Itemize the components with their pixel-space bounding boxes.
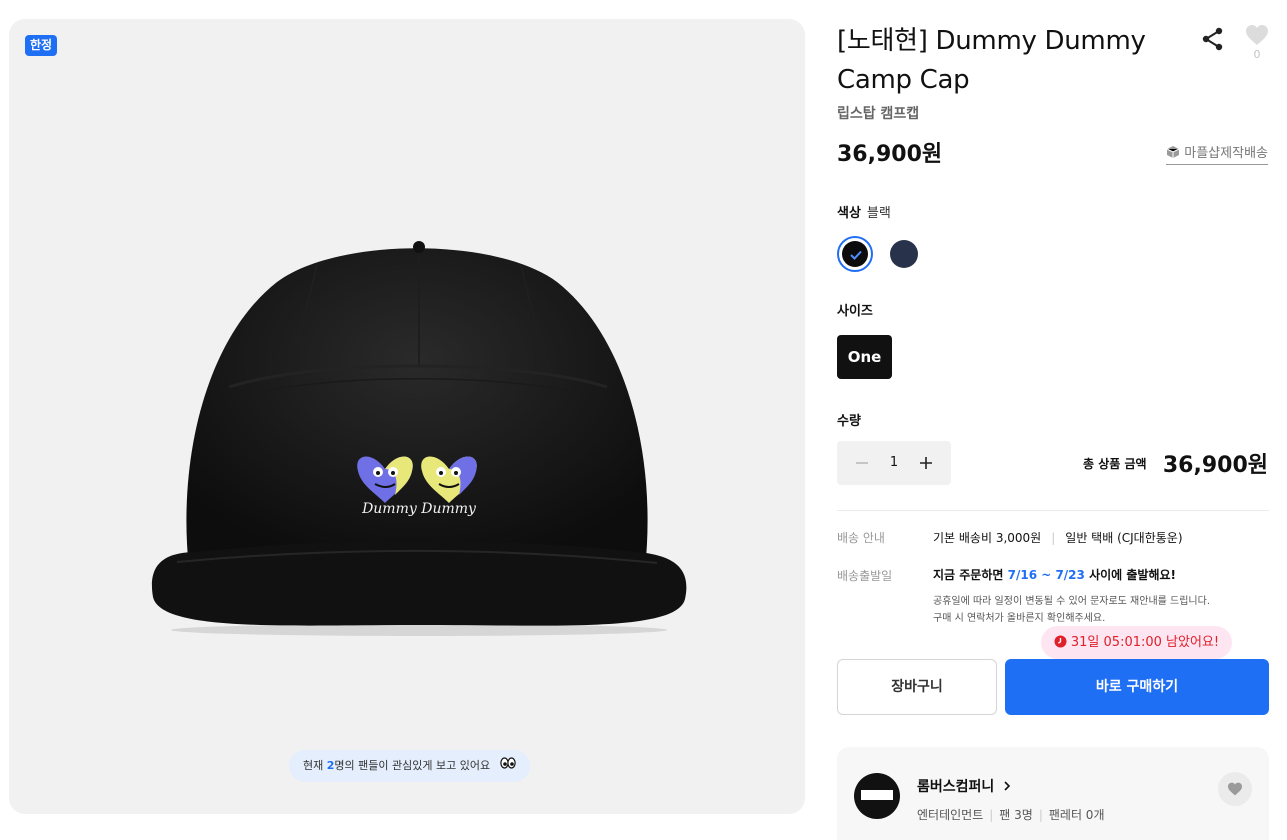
- cap-illustration: Dummy Dummy: [151, 241, 687, 636]
- shipping-link-label: 마플샵제작배송: [1184, 146, 1268, 161]
- ship-date-prefix: 지금 주문하면: [933, 568, 1008, 582]
- color-swatch-navy[interactable]: [890, 240, 918, 268]
- size-option-one[interactable]: One: [837, 335, 892, 379]
- viewer-suffix: 명의 팬들이 관심있게 보고 있어요: [334, 759, 491, 772]
- quantity-value: 1: [889, 455, 899, 470]
- buy-now-button[interactable]: 바로 구매하기: [1005, 659, 1269, 715]
- delivery-info-value: 기본 배송비 3,000원 | 일반 택배 (CJ대한통운): [933, 529, 1183, 546]
- minus-icon: [856, 462, 868, 464]
- color-option-label: 색상 블랙: [837, 202, 891, 221]
- shop-card: 롬버스컴퍼니 엔터테인먼트 | 팬 3명 | 팬레터 0개: [837, 747, 1269, 840]
- shop-logo[interactable]: [854, 773, 900, 819]
- shop-meta: 엔터테인먼트 | 팬 3명 | 팬레터 0개: [917, 806, 1105, 823]
- shop-category: 엔터테인먼트: [917, 808, 984, 822]
- countdown-text: 31일 05:01:00 남았어요!: [1070, 635, 1220, 650]
- product-price: 36,900원: [837, 142, 943, 167]
- quantity-stepper: 1: [837, 441, 951, 485]
- quantity-increase-button[interactable]: [915, 452, 937, 474]
- chevron-right-icon: [1004, 781, 1011, 791]
- meta-separator: |: [989, 808, 994, 822]
- quantity-decrease-button[interactable]: [851, 452, 873, 474]
- viewer-count-pill: 현재 2명의 팬들이 관심있게 보고 있어요: [289, 750, 530, 782]
- shop-fans: 팬 3명: [999, 808, 1033, 822]
- quantity-label: 수량: [837, 414, 861, 429]
- meta-separator: |: [1038, 808, 1043, 822]
- shop-letters: 팬레터 0개: [1048, 808, 1105, 822]
- ship-date-range: 7/16 ~ 7/23: [1007, 568, 1085, 582]
- color-label: 색상: [837, 206, 861, 221]
- plus-icon: [920, 457, 932, 469]
- eyes-icon: [499, 750, 516, 782]
- section-divider: [837, 510, 1269, 511]
- product-title: [노태현] Dummy Dummy Camp Cap: [837, 26, 1146, 95]
- viewer-prefix: 현재: [303, 759, 327, 772]
- delivery-fee: 기본 배송비 3,000원: [933, 531, 1042, 545]
- delivery-courier: 일반 택배 (CJ대한통운): [1065, 531, 1183, 545]
- clock-icon: [1054, 628, 1067, 661]
- product-subtitle: 립스탑 캠프캡: [837, 106, 920, 122]
- share-icon: [1202, 27, 1223, 51]
- delivery-info-key: 배송 안내: [837, 531, 885, 545]
- limited-badge: 한정: [25, 35, 58, 56]
- shipping-info-link[interactable]: 마플샵제작배송: [1166, 142, 1268, 165]
- size-label: 사이즈: [837, 304, 873, 319]
- heart-icon: [1246, 25, 1268, 45]
- delivery-notice: 공휴일에 따라 일정이 변동될 수 있어 문자로도 재안내를 드립니다. 구매 …: [933, 593, 1210, 627]
- product-image: Dummy Dummy: [137, 207, 697, 637]
- check-icon: [850, 250, 862, 260]
- cap-logo-text: Dummy Dummy: [361, 501, 477, 517]
- share-button[interactable]: [1200, 26, 1226, 52]
- add-to-cart-button[interactable]: 장바구니: [837, 659, 997, 715]
- notice-line-1: 공휴일에 따라 일정이 변동될 수 있어 문자로도 재안내를 드립니다.: [933, 596, 1211, 607]
- like-button[interactable]: 0: [1244, 24, 1270, 61]
- heart-icon: [1228, 782, 1242, 796]
- shop-name: 롬버스컴퍼니: [917, 779, 995, 795]
- color-selected-value: 블랙: [866, 206, 891, 221]
- product-image-panel: 한정 Dummy Dummy 현재 2명의 팬들이 관심있게 보고 있어요: [9, 19, 805, 814]
- countdown-bubble: 31일 05:01:00 남았어요!: [1041, 626, 1232, 659]
- delivery-separator: |: [1051, 531, 1056, 545]
- ship-date-suffix: 사이에 출발해요!: [1084, 568, 1176, 582]
- color-swatch-black[interactable]: [837, 236, 873, 272]
- notice-line-2: 구매 시 연락처가 올바른지 확인해주세요.: [933, 613, 1106, 624]
- shop-name-link[interactable]: 롬버스컴퍼니: [917, 776, 1012, 796]
- box-icon: [1166, 145, 1180, 163]
- ship-date-value: 지금 주문하면 7/16 ~ 7/23 사이에 출발해요!: [933, 566, 1176, 583]
- total-price-label: 총 상품 금액: [1083, 457, 1147, 471]
- ship-date-key: 배송출발일: [837, 569, 893, 583]
- shop-like-button[interactable]: [1218, 772, 1252, 806]
- total-price-value: 36,900원: [1162, 453, 1268, 478]
- like-count: 0: [1253, 48, 1261, 61]
